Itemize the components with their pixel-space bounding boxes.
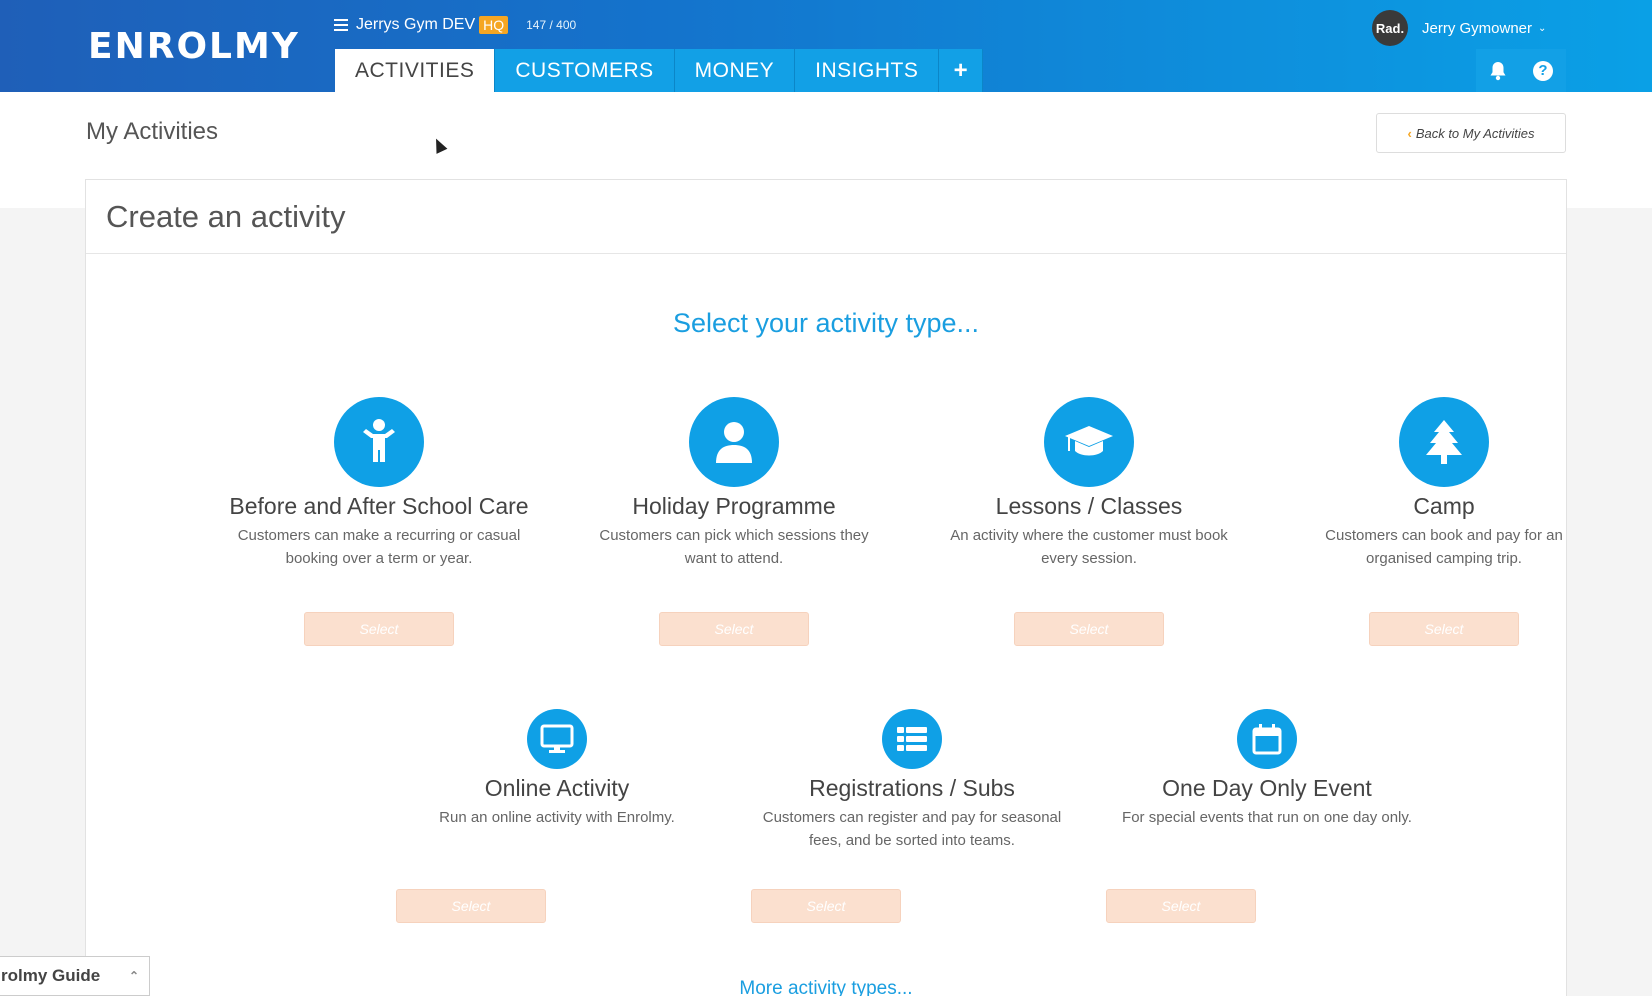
activity-type-holiday-programme: Holiday Programme Customers can pick whi…	[584, 397, 884, 570]
activity-type-camp: Camp Customers can book and pay for an o…	[1294, 397, 1594, 570]
chevron-up-icon[interactable]: ⌃	[129, 969, 139, 983]
org-switcher[interactable]: Jerrys Gym DEV HQ 147 / 400	[334, 16, 576, 34]
activity-type-desc: For special events that run on one day o…	[1122, 809, 1412, 826]
create-activity-card: Create an activity Select your activity …	[85, 179, 1567, 996]
graduation-cap-icon[interactable]	[1044, 397, 1134, 487]
select-lessons-classes-button[interactable]: Select	[1014, 612, 1164, 646]
activity-type-name: Camp	[1413, 493, 1475, 519]
calendar-icon[interactable]	[1237, 709, 1297, 769]
top-header: ENROLMY Jerrys Gym DEV HQ 147 / 400 ACTI…	[0, 0, 1652, 92]
select-online-activity-button[interactable]: Select	[396, 889, 546, 923]
enrolmy-guide-widget[interactable]: rolmy Guide ⌃	[0, 956, 150, 996]
activity-type-name: Lessons / Classes	[995, 493, 1183, 519]
tab-activities[interactable]: ACTIVITIES	[335, 49, 496, 92]
activity-type-name: Online Activity	[484, 775, 630, 801]
user-menu[interactable]: Rad. Jerry Gymowner ⌄	[1372, 10, 1546, 46]
activity-type-desc: Run an online activity with Enrolmy.	[439, 809, 675, 826]
more-activity-types-link[interactable]: More activity types...	[86, 978, 1566, 996]
enrolmy-logo[interactable]: ENROLMY	[88, 26, 300, 67]
activity-type-name: Before and After School Care	[229, 493, 529, 519]
activity-type-name: One Day Only Event	[1162, 775, 1372, 801]
card-title: Create an activity	[106, 198, 346, 234]
card-header: Create an activity	[86, 180, 1566, 254]
activity-type-desc: An activity where the customer must book…	[950, 527, 1228, 567]
select-before-after-school-button[interactable]: Select	[304, 612, 454, 646]
back-to-activities-button[interactable]: ‹ Back to My Activities	[1376, 113, 1566, 153]
activity-type-lessons-classes: Lessons / Classes An activity where the …	[939, 397, 1239, 570]
org-name[interactable]: Jerrys Gym DEV	[356, 16, 475, 34]
activity-type-before-after-school: Before and After School Care Customers c…	[229, 397, 529, 570]
main-tabs: ACTIVITIES CUSTOMERS MONEY INSIGHTS +	[335, 49, 984, 92]
activity-type-name: Registrations / Subs	[809, 775, 1015, 801]
usage-count: 147 / 400	[526, 18, 577, 32]
chevron-down-icon[interactable]: ⌄	[1538, 23, 1546, 34]
activity-type-desc: Customers can register and pay for seaso…	[762, 809, 1062, 849]
child-icon[interactable]	[334, 397, 424, 487]
activity-type-online: Online Activity Run an online activity w…	[407, 709, 707, 829]
tree-icon[interactable]	[1399, 397, 1489, 487]
chevron-left-icon: ‹	[1407, 125, 1412, 141]
page-title: My Activities	[86, 118, 219, 145]
activity-type-one-day-event: One Day Only Event For special events th…	[1117, 709, 1417, 829]
tab-insights[interactable]: INSIGHTS	[795, 49, 940, 92]
add-tab-button[interactable]: +	[939, 49, 984, 92]
activity-type-desc: Customers can pick which sessions they w…	[599, 527, 869, 567]
activity-type-desc: Customers can make a recurring or casual…	[237, 527, 521, 567]
avatar[interactable]: Rad.	[1372, 10, 1408, 46]
select-one-day-event-button[interactable]: Select	[1106, 889, 1256, 923]
activity-type-name: Holiday Programme	[632, 493, 836, 519]
select-camp-button[interactable]: Select	[1369, 612, 1519, 646]
select-holiday-programme-button[interactable]: Select	[659, 612, 809, 646]
guide-label: rolmy Guide	[1, 966, 101, 985]
tab-money[interactable]: MONEY	[674, 49, 796, 92]
back-button-label: Back to My Activities	[1415, 125, 1535, 141]
monitor-icon[interactable]	[527, 709, 587, 769]
hq-badge: HQ	[479, 16, 509, 34]
user-icon[interactable]	[689, 397, 779, 487]
user-name[interactable]: Jerry Gymowner	[1422, 20, 1532, 37]
header-icon-group: ?	[1476, 49, 1566, 92]
activity-type-registrations: Registrations / Subs Customers can regis…	[762, 709, 1062, 852]
select-type-heading: Select your activity type...	[672, 308, 980, 338]
tab-customers[interactable]: CUSTOMERS	[495, 49, 675, 92]
select-registrations-button[interactable]: Select	[751, 889, 901, 923]
help-icon[interactable]: ?	[1533, 60, 1553, 81]
list-icon[interactable]	[882, 709, 942, 769]
menu-icon[interactable]	[334, 19, 348, 31]
bell-icon[interactable]	[1489, 61, 1507, 81]
activity-type-desc: Customers can book and pay for an organi…	[1325, 527, 1563, 567]
